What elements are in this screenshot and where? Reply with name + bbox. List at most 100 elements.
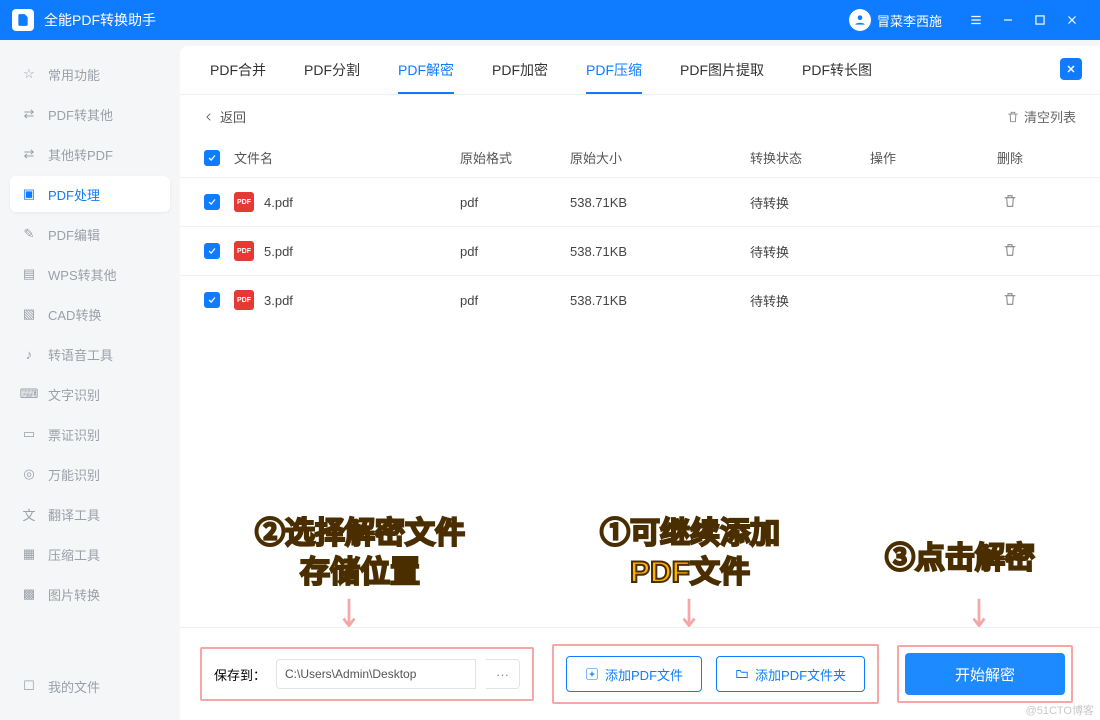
folder-icon <box>735 667 749 681</box>
add-group: 添加PDF文件 添加PDF文件夹 <box>552 644 879 704</box>
file-size: 538.71KB <box>570 244 750 259</box>
tab-encrypt[interactable]: PDF加密 <box>492 60 548 94</box>
sidebar-item-other-to-pdf[interactable]: ⇄其他转PDF <box>10 136 170 172</box>
save-to-label: 保存到： <box>214 665 266 684</box>
sidebar-item-ocr[interactable]: ⌨文字识别 <box>10 376 170 412</box>
start-group: 开始解密 <box>897 645 1073 703</box>
annotation-1: ①可继续添加 PDF文件 <box>540 514 840 592</box>
add-file-button[interactable]: 添加PDF文件 <box>566 656 702 692</box>
tab-merge[interactable]: PDF合并 <box>210 60 266 94</box>
minimize-button[interactable] <box>992 0 1024 40</box>
cad-icon: ▧ <box>20 305 38 323</box>
sidebar-item-cad[interactable]: ▧CAD转换 <box>10 296 170 332</box>
chevron-left-icon <box>204 112 214 122</box>
convert-icon: ⇄ <box>20 105 38 123</box>
sidebar-item-ticket[interactable]: ▭票证识别 <box>10 416 170 452</box>
file-name: 5.pdf <box>264 244 293 259</box>
add-folder-button[interactable]: 添加PDF文件夹 <box>716 656 865 692</box>
ticket-icon: ▭ <box>20 425 38 443</box>
col-name: 文件名 <box>220 148 460 167</box>
tab-longimg[interactable]: PDF转长图 <box>802 60 872 94</box>
zip-icon: ▦ <box>20 545 38 563</box>
pdf-file-icon <box>234 192 254 212</box>
audio-icon: ♪ <box>20 345 38 363</box>
sidebar-item-pdf-process[interactable]: ▣PDF处理 <box>10 176 170 212</box>
save-location-group: 保存到： ··· <box>200 647 534 701</box>
table-row: 3.pdf pdf538.71KB待转换 <box>180 275 1100 324</box>
tab-decrypt[interactable]: PDF解密 <box>398 60 454 94</box>
pdf-file-icon <box>234 241 254 261</box>
sidebar-item-translate[interactable]: 文翻译工具 <box>10 496 170 532</box>
sidebar: ☆常用功能 ⇄PDF转其他 ⇄其他转PDF ▣PDF处理 ✎PDF编辑 ▤WPS… <box>0 40 180 720</box>
file-format: pdf <box>460 195 570 210</box>
sidebar-item-image[interactable]: ▩图片转换 <box>10 576 170 612</box>
sidebar-item-wps[interactable]: ▤WPS转其他 <box>10 256 170 292</box>
wps-icon: ▤ <box>20 265 38 283</box>
tab-bar: PDF合并 PDF分割 PDF解密 PDF加密 PDF压缩 PDF图片提取 PD… <box>180 46 1100 95</box>
table-header: 文件名 原始格式 原始大小 转换状态 操作 删除 <box>180 138 1100 177</box>
username: 冒菜李西施 <box>877 11 942 30</box>
close-button[interactable] <box>1056 0 1088 40</box>
image-icon: ▩ <box>20 585 38 603</box>
start-button[interactable]: 开始解密 <box>905 653 1065 695</box>
scan-icon: ◎ <box>20 465 38 483</box>
footer: 保存到： ··· 添加PDF文件 添加PDF文件夹 开始解密 <box>180 627 1100 720</box>
file-name: 4.pdf <box>264 195 293 210</box>
sidebar-item-common[interactable]: ☆常用功能 <box>10 56 170 92</box>
sidebar-item-pdf-edit[interactable]: ✎PDF编辑 <box>10 216 170 252</box>
row-checkbox[interactable] <box>204 194 220 210</box>
file-name: 3.pdf <box>264 293 293 308</box>
sidebar-item-audio[interactable]: ♪转语音工具 <box>10 336 170 372</box>
tab-extract[interactable]: PDF图片提取 <box>680 60 764 94</box>
translate-icon: 文 <box>20 505 38 523</box>
file-format: pdf <box>460 244 570 259</box>
delete-button[interactable] <box>980 242 1040 261</box>
file-status: 待转换 <box>750 193 870 212</box>
file-status: 待转换 <box>750 291 870 310</box>
app-logo <box>12 9 34 31</box>
file-format: pdf <box>460 293 570 308</box>
file-size: 538.71KB <box>570 293 750 308</box>
close-tab-button[interactable] <box>1060 58 1082 80</box>
sidebar-item-compress[interactable]: ▦压缩工具 <box>10 536 170 572</box>
menu-button[interactable] <box>960 0 992 40</box>
back-button[interactable]: 返回 <box>204 107 246 126</box>
file-size: 538.71KB <box>570 195 750 210</box>
folder-icon: ☐ <box>20 677 38 695</box>
row-checkbox[interactable] <box>204 292 220 308</box>
save-path-input[interactable] <box>276 659 476 689</box>
main-panel: PDF合并 PDF分割 PDF解密 PDF加密 PDF压缩 PDF图片提取 PD… <box>180 46 1100 720</box>
file-status: 待转换 <box>750 242 870 261</box>
delete-button[interactable] <box>980 193 1040 212</box>
delete-button[interactable] <box>980 291 1040 310</box>
table-row: 4.pdf pdf538.71KB待转换 <box>180 177 1100 226</box>
convert-icon: ⇄ <box>20 145 38 163</box>
sidebar-item-pdf-to-other[interactable]: ⇄PDF转其他 <box>10 96 170 132</box>
star-icon: ☆ <box>20 65 38 83</box>
ocr-icon: ⌨ <box>20 385 38 403</box>
select-all-checkbox[interactable] <box>204 150 220 166</box>
col-size: 原始大小 <box>570 148 750 167</box>
plus-icon <box>585 667 599 681</box>
browse-button[interactable]: ··· <box>486 659 520 689</box>
trash-icon <box>1006 110 1020 124</box>
clear-list-button[interactable]: 清空列表 <box>1006 107 1076 126</box>
edit-icon: ✎ <box>20 225 38 243</box>
user-area[interactable]: 冒菜李西施 <box>849 9 942 31</box>
tab-compress[interactable]: PDF压缩 <box>586 60 642 94</box>
tab-split[interactable]: PDF分割 <box>304 60 360 94</box>
col-format: 原始格式 <box>460 148 570 167</box>
pdf-file-icon <box>234 290 254 310</box>
row-checkbox[interactable] <box>204 243 220 259</box>
col-del: 删除 <box>980 148 1040 167</box>
titlebar: 全能PDF转换助手 冒菜李西施 <box>0 0 1100 40</box>
annotation-3: ③点击解密 <box>820 539 1100 578</box>
table-row: 5.pdf pdf538.71KB待转换 <box>180 226 1100 275</box>
annotation-2: ②选择解密文件 存储位置 <box>170 514 550 592</box>
watermark: @51CTO博客 <box>1026 702 1094 718</box>
avatar <box>849 9 871 31</box>
sidebar-item-my-files[interactable]: ☐我的文件 <box>10 668 170 704</box>
maximize-button[interactable] <box>1024 0 1056 40</box>
col-op: 操作 <box>870 148 980 167</box>
sidebar-item-all-ocr[interactable]: ◎万能识别 <box>10 456 170 492</box>
